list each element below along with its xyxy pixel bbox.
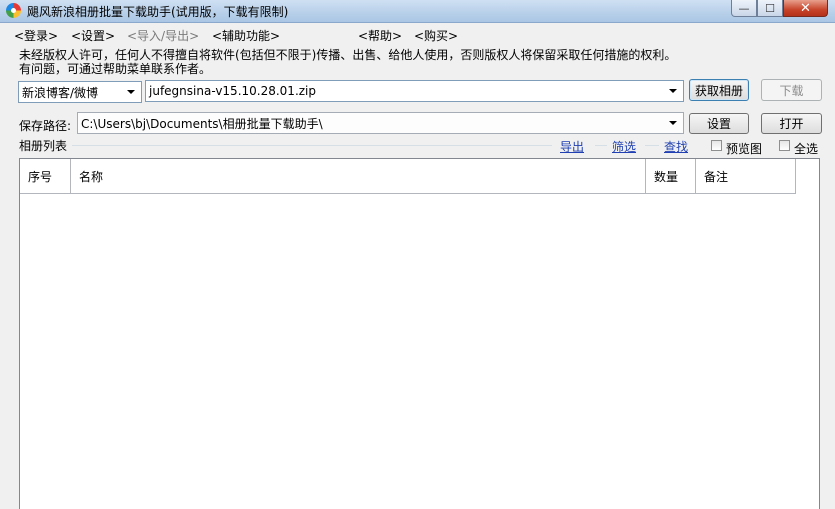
save-path-input[interactable]: C:\Users\bj\Documents\相册批量下载助手\ [77,112,684,134]
menu-login[interactable]: <登录> [14,27,58,44]
title-bar: 飓风新浪相册批量下载助手(试用版，下载有限制) — ☐ ✕ [0,0,835,23]
group-divider [595,145,607,146]
contact-notice: 有问题，可通过帮助菜单联系作者。 [19,62,212,76]
get-album-button[interactable]: 获取相册 [689,79,749,101]
download-button[interactable]: 下载 [761,79,822,101]
column-header-count[interactable]: 数量 [646,159,696,194]
minimize-button[interactable]: — [731,0,757,17]
filter-link[interactable]: 筛选 [612,138,636,155]
preview-label: 预览图 [726,142,763,156]
chevron-down-icon [127,90,135,94]
menu-settings[interactable]: <设置> [71,27,115,44]
preview-checkbox[interactable] [711,140,722,151]
menu-import-export[interactable]: <导入/导出> [127,27,199,44]
group-divider [645,145,659,146]
album-list-title: 相册列表 [19,139,68,153]
save-path-value: C:\Users\bj\Documents\相册批量下载助手\ [81,116,323,131]
column-header-remark[interactable]: 备注 [696,159,796,194]
app-logo-icon [6,3,21,18]
setup-button[interactable]: 设置 [689,113,749,134]
copyright-notice: 未经版权人许可，任何人不得擅自将软件(包括但不限于)传播、出售、给他人使用，否则… [19,48,677,62]
open-button[interactable]: 打开 [761,113,822,134]
save-path-label: 保存路径: [19,119,72,133]
account-input-value: jufegnsina-v15.10.28.01.zip [149,84,317,98]
column-header-name[interactable]: 名称 [71,159,646,194]
column-header-index[interactable]: 序号 [20,159,71,194]
maximize-button[interactable]: ☐ [757,0,783,17]
site-select-value: 新浪博客/微博 [22,85,99,100]
menu-bar: <登录> <设置> <导入/导出> <辅助功能> <帮助> <购买> [0,24,835,44]
group-divider [72,145,552,146]
select-all-label: 全选 [794,142,819,156]
window-title: 飓风新浪相册批量下载助手(试用版，下载有限制) [27,5,289,19]
menu-help[interactable]: <帮助> [358,27,402,44]
album-list[interactable]: 序号 名称 数量 备注 [19,158,820,509]
export-link[interactable]: 导出 [560,138,584,155]
chevron-down-icon [669,89,677,93]
chevron-down-icon [669,121,677,125]
account-input[interactable]: jufegnsina-v15.10.28.01.zip [145,80,684,102]
menu-buy[interactable]: <购买> [414,27,458,44]
find-link[interactable]: 查找 [664,138,688,155]
select-all-checkbox[interactable] [779,140,790,151]
menu-aux-functions[interactable]: <辅助功能> [212,27,280,44]
site-select[interactable]: 新浪博客/微博 [18,81,142,103]
close-button[interactable]: ✕ [783,0,828,17]
